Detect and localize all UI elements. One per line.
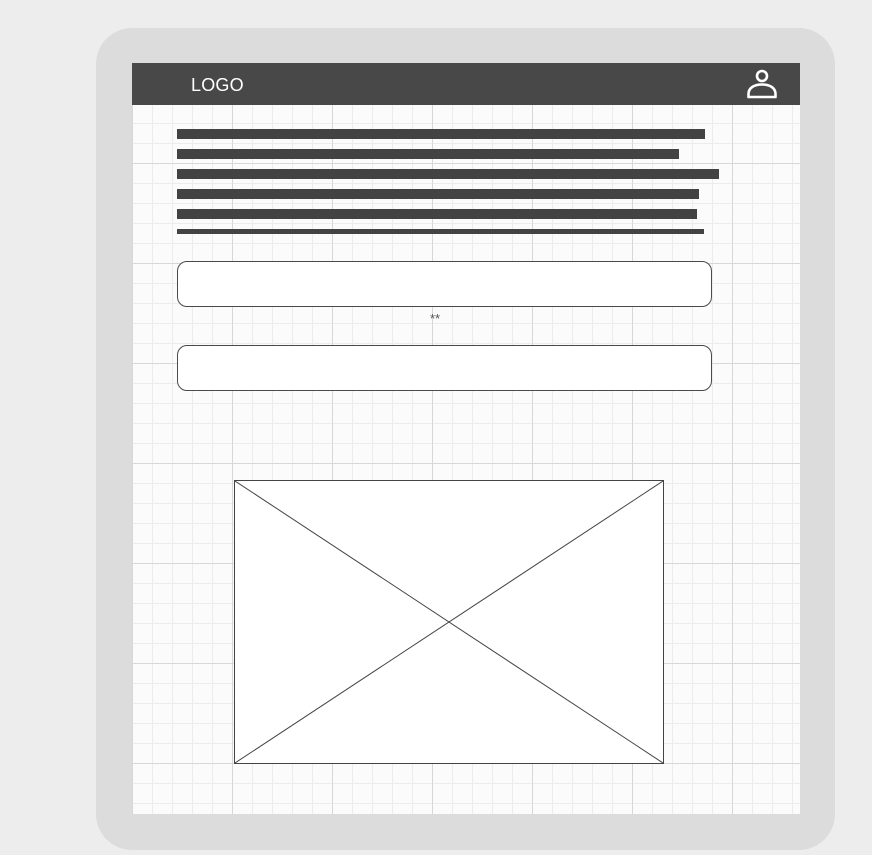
text-placeholder-line — [177, 169, 719, 179]
text-placeholder-line — [177, 129, 705, 139]
logo[interactable]: LOGO — [191, 75, 244, 95]
input-field-1[interactable] — [177, 261, 712, 307]
screen: LOGO ** — [132, 63, 800, 814]
user-icon[interactable] — [744, 67, 780, 101]
text-placeholder-line — [177, 229, 704, 234]
separator-text: ** — [429, 311, 441, 326]
text-placeholder-line — [177, 189, 699, 199]
image-placeholder-icon — [235, 481, 663, 763]
top-navigation-bar: LOGO — [132, 63, 800, 105]
text-placeholder-line — [177, 149, 679, 159]
input-field-2[interactable] — [177, 345, 712, 391]
text-placeholder-line — [177, 209, 697, 219]
image-placeholder — [234, 480, 664, 764]
